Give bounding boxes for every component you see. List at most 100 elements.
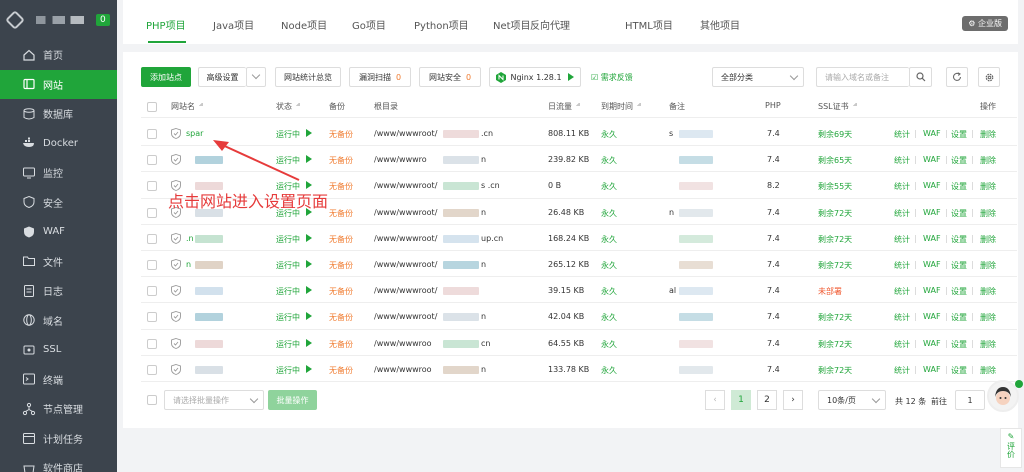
action-waf-link[interactable]: WAF bbox=[923, 208, 941, 217]
sidebar-item-0[interactable]: 首页 bbox=[0, 40, 117, 70]
remark-value[interactable]: n bbox=[669, 208, 674, 217]
row-checkbox[interactable] bbox=[147, 364, 157, 375]
php-version[interactable]: 7.4 bbox=[767, 234, 780, 243]
backup-link[interactable]: 无备份 bbox=[329, 365, 353, 376]
backup-link[interactable]: 无备份 bbox=[329, 234, 353, 245]
page-1-button[interactable]: 1 bbox=[731, 390, 751, 410]
root-dir-link[interactable]: /www/wwwro bbox=[374, 155, 427, 164]
action-stats-link[interactable]: 统计 bbox=[894, 339, 910, 350]
sidebar-item-12[interactable]: 节点管理 bbox=[0, 394, 117, 424]
feedback-link[interactable]: ☑ 需求反馈 bbox=[591, 72, 633, 83]
root-dir-link[interactable]: /www/wwwroo bbox=[374, 365, 432, 374]
ssl-status[interactable]: 剩余72天 bbox=[818, 365, 852, 376]
expire-link[interactable]: 永久 bbox=[601, 260, 617, 271]
action-settings-link[interactable]: 设置 bbox=[951, 286, 967, 297]
site-name-link[interactable]: n bbox=[186, 260, 191, 269]
row-checkbox[interactable] bbox=[147, 338, 157, 349]
sidebar-item-5[interactable]: 安全 bbox=[0, 188, 117, 218]
page-size-select[interactable]: 10条/页 bbox=[818, 390, 886, 410]
action-stats-link[interactable]: 统计 bbox=[894, 286, 910, 297]
root-dir-link[interactable]: /www/wwwroot/ bbox=[374, 286, 437, 295]
next-page-button[interactable]: › bbox=[783, 390, 803, 410]
advanced-settings-button[interactable]: 高级设置 bbox=[198, 67, 246, 87]
header-ssl[interactable]: SSL证书 bbox=[818, 101, 857, 112]
expire-link[interactable]: 永久 bbox=[601, 129, 617, 140]
status-toggle[interactable]: 运行中 bbox=[276, 364, 312, 376]
ssl-status[interactable]: 未部署 bbox=[818, 286, 842, 297]
action-waf-link[interactable]: WAF bbox=[923, 155, 941, 164]
action-stats-link[interactable]: 统计 bbox=[894, 208, 910, 219]
status-toggle[interactable]: 运行中 bbox=[276, 312, 312, 323]
header-name[interactable]: 网站名 bbox=[171, 101, 203, 112]
root-dir-link[interactable]: /www/wwwroot/ bbox=[374, 312, 437, 321]
expire-link[interactable]: 永久 bbox=[601, 339, 617, 350]
ssl-status[interactable]: 剩余65天 bbox=[818, 155, 852, 166]
action-stats-link[interactable]: 统计 bbox=[894, 129, 910, 140]
action-delete-link[interactable]: 删除 bbox=[980, 260, 996, 271]
root-dir-link[interactable]: /www/wwwroot/ bbox=[374, 129, 437, 138]
ssl-status[interactable]: 剩余72天 bbox=[818, 339, 852, 350]
action-delete-link[interactable]: 删除 bbox=[980, 234, 996, 245]
status-toggle[interactable]: 运行中 bbox=[276, 233, 312, 245]
search-button[interactable] bbox=[909, 67, 932, 87]
advanced-dropdown-toggle[interactable] bbox=[246, 67, 266, 87]
status-toggle[interactable]: 运行中 bbox=[276, 338, 312, 350]
action-waf-link[interactable]: WAF bbox=[923, 365, 941, 374]
action-delete-link[interactable]: 删除 bbox=[980, 365, 996, 376]
action-delete-link[interactable]: 删除 bbox=[980, 339, 996, 350]
sidebar-item-9[interactable]: 域名 bbox=[0, 306, 117, 336]
php-version[interactable]: 7.4 bbox=[767, 208, 780, 217]
sidebar-item-1[interactable]: 网站 bbox=[0, 69, 117, 99]
site-security-button[interactable]: 网站安全 0 bbox=[419, 67, 481, 87]
enterprise-button[interactable]: ⚙ 企业版 bbox=[962, 16, 1008, 31]
action-settings-link[interactable]: 设置 bbox=[951, 260, 967, 271]
action-waf-link[interactable]: WAF bbox=[923, 181, 941, 190]
tab-7[interactable]: HTML项目 bbox=[625, 17, 673, 32]
backup-link[interactable]: 无备份 bbox=[329, 181, 353, 192]
sidebar-item-3[interactable]: Docker bbox=[0, 129, 117, 159]
sidebar-item-6[interactable]: WAF bbox=[0, 217, 117, 247]
expire-link[interactable]: 永久 bbox=[601, 181, 617, 192]
ssl-status[interactable]: 剩余72天 bbox=[818, 312, 852, 323]
backup-link[interactable]: 无备份 bbox=[329, 260, 353, 271]
action-stats-link[interactable]: 统计 bbox=[894, 365, 910, 376]
refresh-button[interactable] bbox=[946, 67, 968, 87]
row-checkbox[interactable] bbox=[147, 181, 157, 192]
batch-select[interactable]: 请选择批量操作 bbox=[164, 390, 264, 410]
goto-page-input[interactable]: 1 bbox=[955, 390, 985, 410]
action-settings-link[interactable]: 设置 bbox=[951, 155, 967, 166]
row-checkbox[interactable] bbox=[147, 233, 157, 244]
expire-link[interactable]: 永久 bbox=[601, 365, 617, 376]
action-waf-link[interactable]: WAF bbox=[923, 339, 941, 348]
root-dir-link[interactable]: /www/wwwroot/ bbox=[374, 208, 437, 217]
tab-4[interactable]: Python项目 bbox=[414, 17, 469, 32]
header-status[interactable]: 状态 bbox=[276, 101, 300, 112]
action-settings-link[interactable]: 设置 bbox=[951, 208, 967, 219]
sidebar-item-14[interactable]: 软件商店 bbox=[0, 453, 117, 472]
action-delete-link[interactable]: 删除 bbox=[980, 129, 996, 140]
status-toggle[interactable]: 运行中 bbox=[276, 155, 312, 166]
action-waf-link[interactable]: WAF bbox=[923, 312, 941, 321]
select-all-checkbox[interactable] bbox=[147, 102, 157, 112]
prev-page-button[interactable]: ‹ bbox=[705, 390, 725, 410]
backup-link[interactable]: 无备份 bbox=[329, 312, 353, 323]
root-dir-link[interactable]: /www/wwwroot/ bbox=[374, 234, 437, 243]
vuln-scan-button[interactable]: 漏洞扫描 0 bbox=[349, 67, 411, 87]
root-dir-link[interactable]: /www/wwwroot/ bbox=[374, 181, 437, 190]
action-waf-link[interactable]: WAF bbox=[923, 286, 941, 295]
php-version[interactable]: 7.4 bbox=[767, 312, 780, 321]
tab-0[interactable]: PHP项目 bbox=[146, 17, 186, 32]
ssl-status[interactable]: 剩余72天 bbox=[818, 260, 852, 271]
header-expire[interactable]: 到期时间 bbox=[601, 101, 641, 112]
php-version[interactable]: 7.4 bbox=[767, 339, 780, 348]
sidebar-item-4[interactable]: 监控 bbox=[0, 158, 117, 188]
backup-link[interactable]: 无备份 bbox=[329, 208, 353, 219]
sidebar-item-11[interactable]: 终端 bbox=[0, 365, 117, 395]
sidebar-item-10[interactable]: SSL bbox=[0, 335, 117, 365]
php-version[interactable]: 7.4 bbox=[767, 155, 780, 164]
tab-3[interactable]: Go项目 bbox=[352, 17, 386, 32]
notification-badge[interactable]: 0 bbox=[96, 14, 110, 26]
site-stats-button[interactable]: 网站统计总览 bbox=[275, 67, 341, 87]
expire-link[interactable]: 永久 bbox=[601, 155, 617, 166]
action-delete-link[interactable]: 删除 bbox=[980, 208, 996, 219]
